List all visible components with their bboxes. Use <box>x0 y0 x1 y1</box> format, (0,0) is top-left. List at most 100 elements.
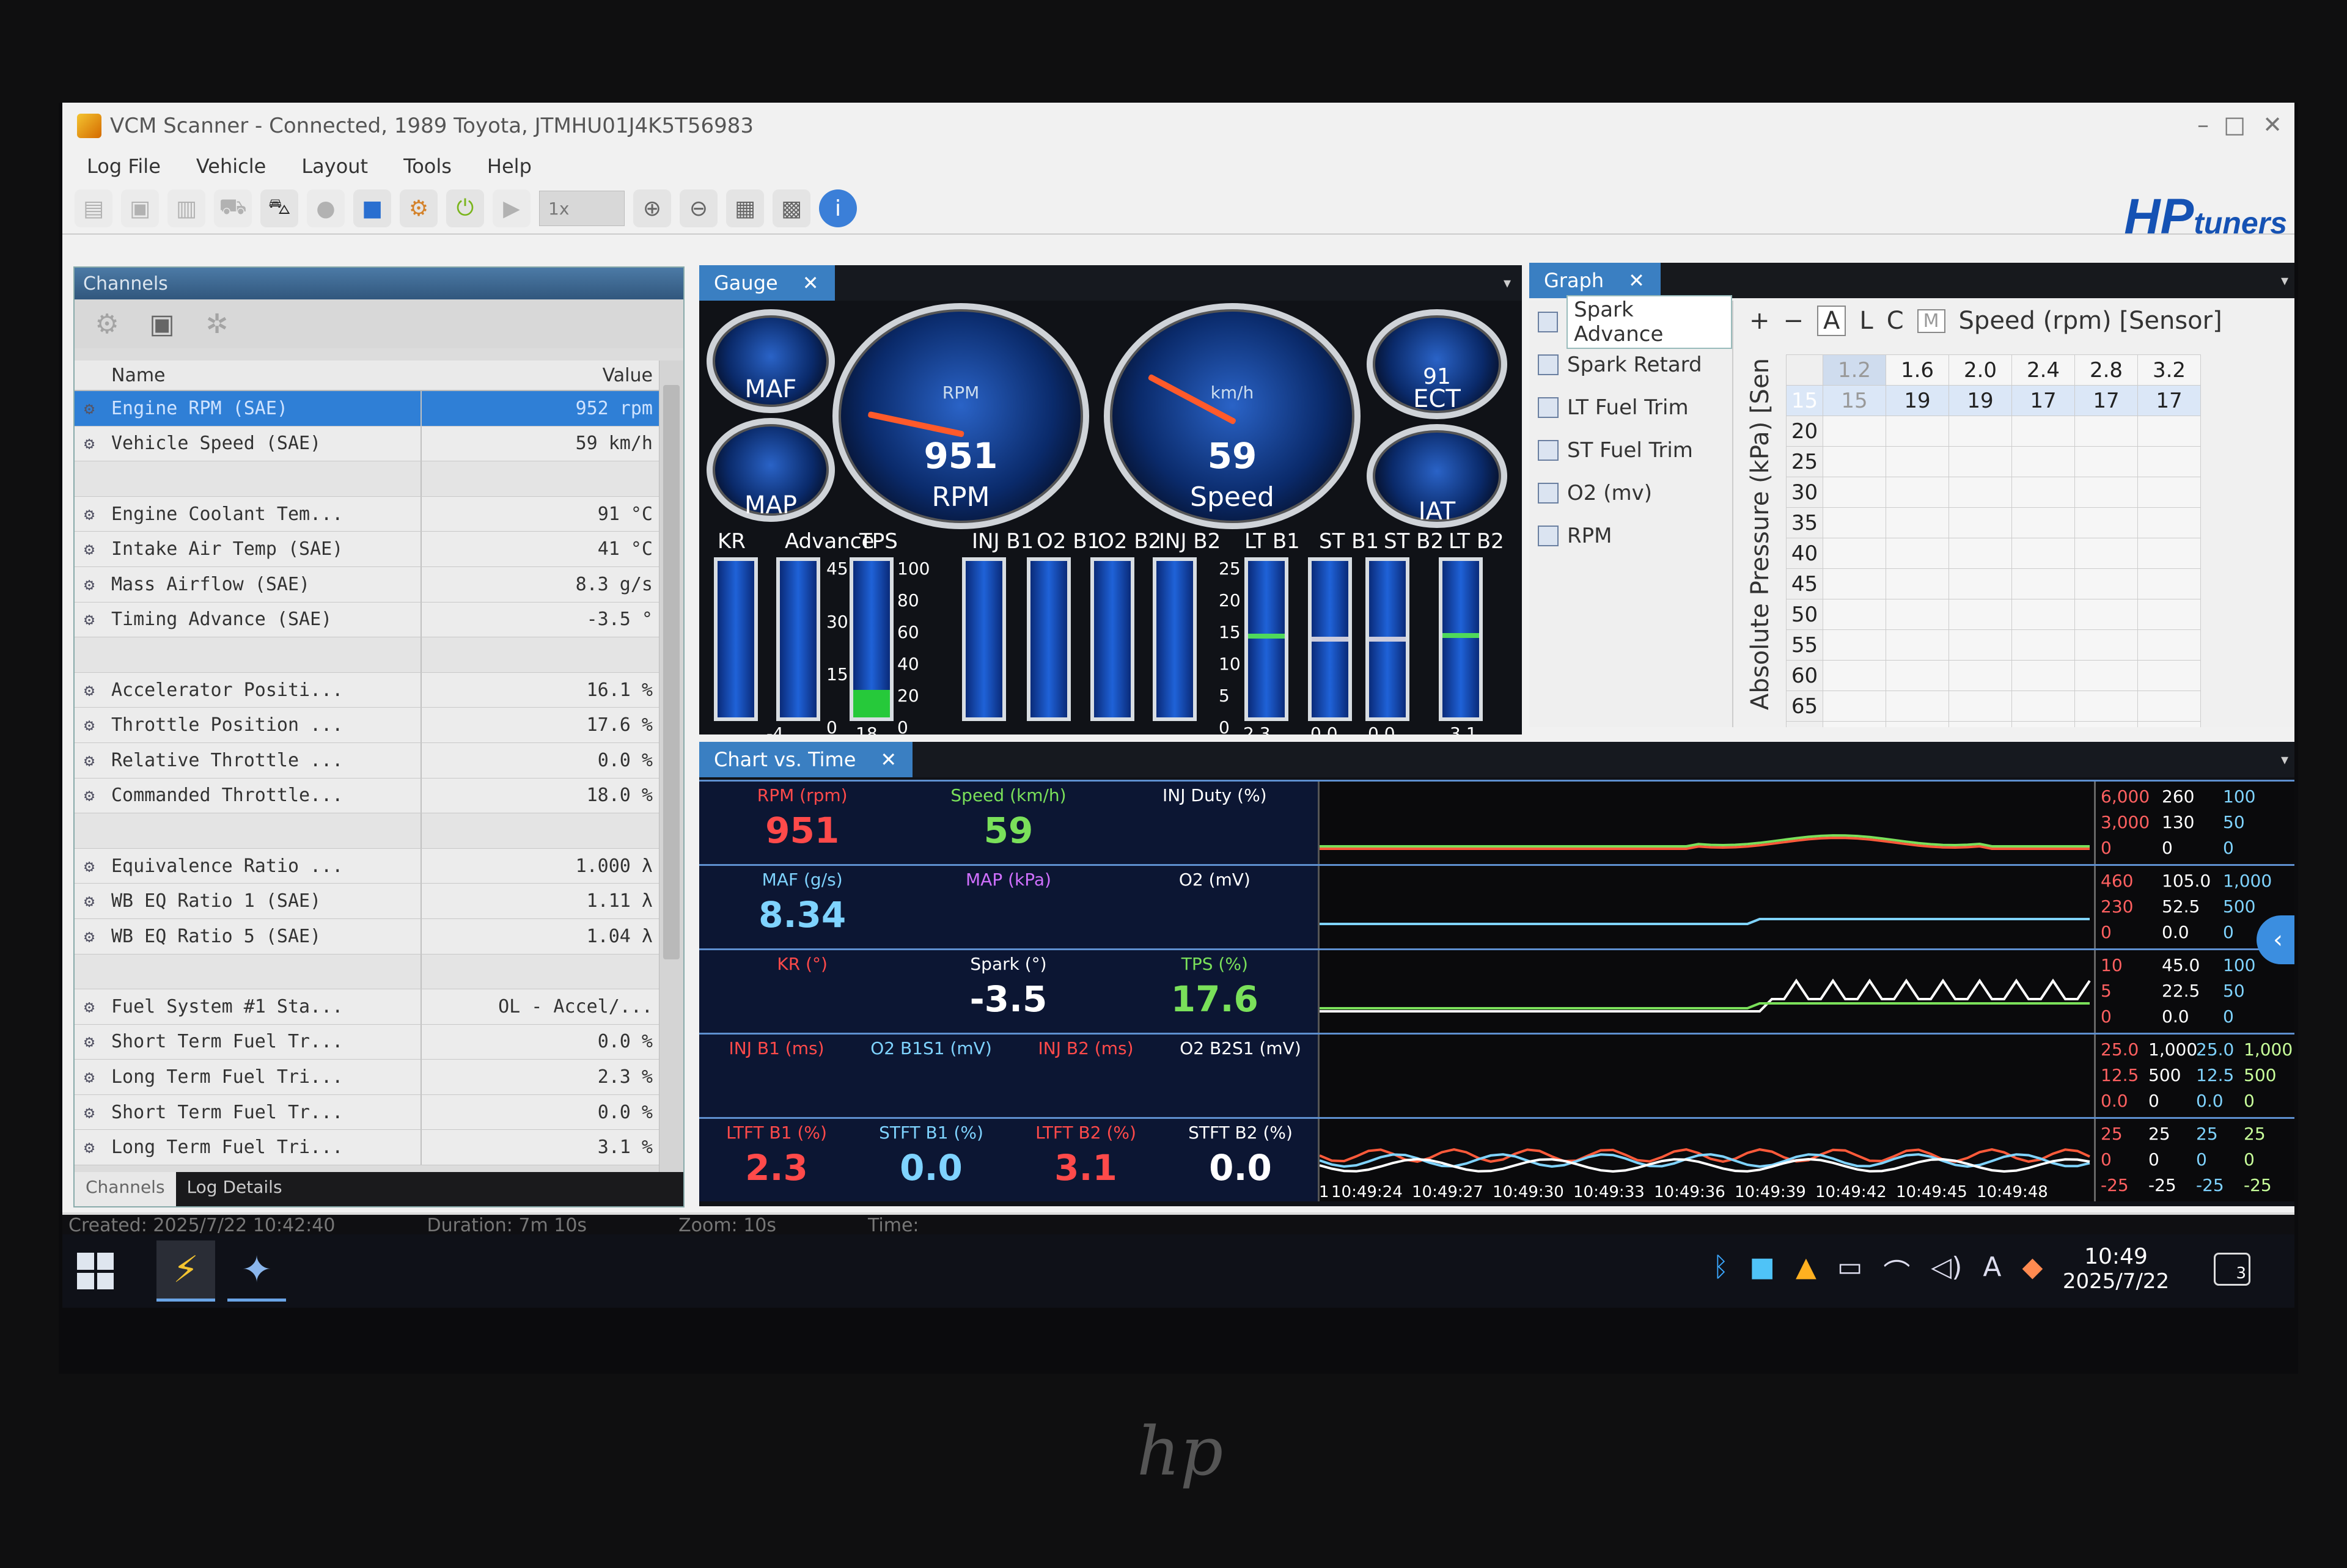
gauge-tab-close-icon[interactable]: ✕ <box>803 271 819 295</box>
grid-col-header[interactable]: 1.2 <box>1823 354 1886 386</box>
grid-cell[interactable] <box>1823 721 1886 727</box>
channels-scrollbar[interactable] <box>659 361 683 1173</box>
play-icon[interactable]: ▶ <box>493 189 531 227</box>
graph-list-item[interactable]: LT Fuel Trim <box>1529 386 1732 429</box>
zoom-out-icon[interactable]: ⊖ <box>680 189 718 227</box>
zoom-in-icon[interactable]: ⊕ <box>633 189 671 227</box>
table-row[interactable]: ⚙ Long Term Fuel Tri... 2.3 % <box>75 1060 661 1095</box>
grid-cell[interactable] <box>1948 629 2012 661</box>
grid-cell[interactable] <box>1886 507 1949 538</box>
table-row[interactable]: ⚙ Commanded Throttle... 18.0 % <box>75 778 661 814</box>
record-icon[interactable]: ● <box>307 189 345 227</box>
grid-row-header[interactable]: 30 <box>1786 477 1823 508</box>
battery-icon[interactable]: ▭ <box>1837 1251 1863 1291</box>
power-icon[interactable]: ⏻ <box>446 189 484 227</box>
grid-cell[interactable] <box>1823 660 1886 691</box>
grid-cell[interactable] <box>1948 507 2012 538</box>
warning-icon[interactable]: ▲ <box>1796 1251 1816 1291</box>
grid-cell[interactable] <box>2011 568 2075 599</box>
grid-cell[interactable] <box>1823 538 1886 569</box>
graph-tool-l[interactable]: L <box>1859 307 1873 335</box>
grid-cell[interactable] <box>1886 538 1949 569</box>
tab-graph[interactable]: Graph ✕ <box>1529 263 1661 298</box>
grid-cell[interactable] <box>2011 660 2075 691</box>
save-icon[interactable]: ▣ <box>121 189 159 227</box>
tab-log-details[interactable]: Log Details <box>176 1172 293 1206</box>
grid-cell[interactable] <box>2137 629 2201 661</box>
grid-col-header[interactable]: 2.4 <box>2011 354 2075 386</box>
grid-cell[interactable] <box>2011 416 2075 447</box>
grid-cell[interactable] <box>1948 538 2012 569</box>
grid-cell[interactable] <box>1886 721 1949 727</box>
graph-list-item[interactable]: Spark Retard <box>1529 343 1732 386</box>
graph-menu-chevron-icon[interactable]: ▾ <box>2281 272 2288 289</box>
table-row[interactable]: ⚙ Engine Coolant Tem... 91 °C <box>75 496 661 532</box>
grid-cell[interactable] <box>1948 660 2012 691</box>
graph-list-item[interactable]: O2 (mv) <box>1529 472 1732 515</box>
grid-cell[interactable]: 19 <box>1948 385 2012 416</box>
grid-cell[interactable] <box>2011 721 2075 727</box>
table-row[interactable]: ⚙ Relative Throttle ... 0.0 % <box>75 742 661 779</box>
table-row[interactable]: ⚙ Short Term Fuel Tr... 0.0 % <box>75 1094 661 1130</box>
grid-cell[interactable] <box>1948 721 2012 727</box>
grid-cell[interactable] <box>2074 446 2138 477</box>
table-row[interactable]: ⚙ Mass Airflow (SAE) 8.3 g/s <box>75 566 661 603</box>
table-row[interactable]: ⚙ Long Term Fuel Tri... 3.1 % <box>75 1130 661 1166</box>
grid-cell[interactable] <box>1823 507 1886 538</box>
grid-row-header[interactable]: 15 <box>1786 385 1823 416</box>
grid-cell[interactable] <box>1948 446 2012 477</box>
chart-menu-chevron-icon[interactable]: ▾ <box>2281 751 2288 768</box>
zoom-select[interactable]: 1x <box>539 191 625 226</box>
grid-cell[interactable] <box>1823 568 1886 599</box>
grid-cell[interactable] <box>2137 446 2201 477</box>
open-folder-icon[interactable]: ▤ <box>75 189 112 227</box>
grid-cell[interactable] <box>2011 538 2075 569</box>
wifi-icon[interactable]: ⌒ <box>1883 1251 1910 1291</box>
grid-cell[interactable]: 15 <box>1823 385 1886 416</box>
grid-cell[interactable] <box>1823 477 1886 508</box>
table-row[interactable]: ⚙ Timing Advance (SAE) -3.5 ° <box>75 602 661 638</box>
chart-plot-area[interactable] <box>1318 1035 2094 1117</box>
grid-row-header[interactable]: 40 <box>1786 538 1823 569</box>
grid-cell[interactable] <box>1886 599 1949 630</box>
notifications-icon[interactable]: 3 <box>2214 1253 2250 1286</box>
add-icon[interactable]: + <box>1749 307 1770 335</box>
grid-cell[interactable] <box>1948 599 2012 630</box>
grid-cell[interactable] <box>1886 416 1949 447</box>
grid-cell[interactable] <box>1886 660 1949 691</box>
grid-cell[interactable]: 19 <box>1886 385 1949 416</box>
defender-icon[interactable]: ■ <box>1749 1251 1775 1291</box>
vcm-scanner-taskbar-icon[interactable]: ⚡ <box>156 1240 215 1302</box>
grid-cell[interactable] <box>2011 629 2075 661</box>
graph-tool-c[interactable]: C <box>1887 307 1904 335</box>
graph-tab-close-icon[interactable]: ✕ <box>1628 269 1645 292</box>
menu-tools[interactable]: Tools <box>403 155 452 178</box>
grid-cell[interactable] <box>2074 599 2138 630</box>
menu-vehicle[interactable]: Vehicle <box>196 155 266 178</box>
graph-list-item[interactable]: Spark Advance <box>1529 295 1732 349</box>
grid-cell[interactable] <box>1886 691 1949 722</box>
grid-cell[interactable] <box>2137 691 2201 722</box>
table-row[interactable]: ⚙ Vehicle Speed (SAE) 59 km/h <box>75 426 661 462</box>
grid-cell[interactable] <box>2074 477 2138 508</box>
grid-cell[interactable] <box>2137 416 2201 447</box>
menu-help[interactable]: Help <box>487 155 532 178</box>
table-row[interactable]: ⚙ Throttle Position ... 17.6 % <box>75 708 661 743</box>
grid-cell[interactable] <box>1886 568 1949 599</box>
grid-cell[interactable] <box>1823 416 1886 447</box>
grid-cell[interactable] <box>2074 691 2138 722</box>
grid-cell[interactable] <box>2011 599 2075 630</box>
windows-start-icon[interactable] <box>77 1253 114 1289</box>
grid-cell[interactable] <box>2137 538 2201 569</box>
add-channel-icon[interactable]: ⚙ <box>88 305 126 343</box>
table-row[interactable]: ⚙ Intake Air Temp (SAE) 41 °C <box>75 532 661 567</box>
col-value-header[interactable]: Value <box>422 365 661 386</box>
grid-row-header[interactable]: 45 <box>1786 568 1823 599</box>
engine-icon[interactable]: ⚙ <box>400 189 438 227</box>
grid-cell[interactable] <box>1886 446 1949 477</box>
grid-cell[interactable]: 17 <box>2074 385 2138 416</box>
grid-row-header[interactable]: 25 <box>1786 446 1823 477</box>
info-icon[interactable]: i <box>819 189 857 227</box>
gauge-menu-chevron-icon[interactable]: ▾ <box>1504 274 1511 291</box>
grid-cell[interactable] <box>2137 660 2201 691</box>
